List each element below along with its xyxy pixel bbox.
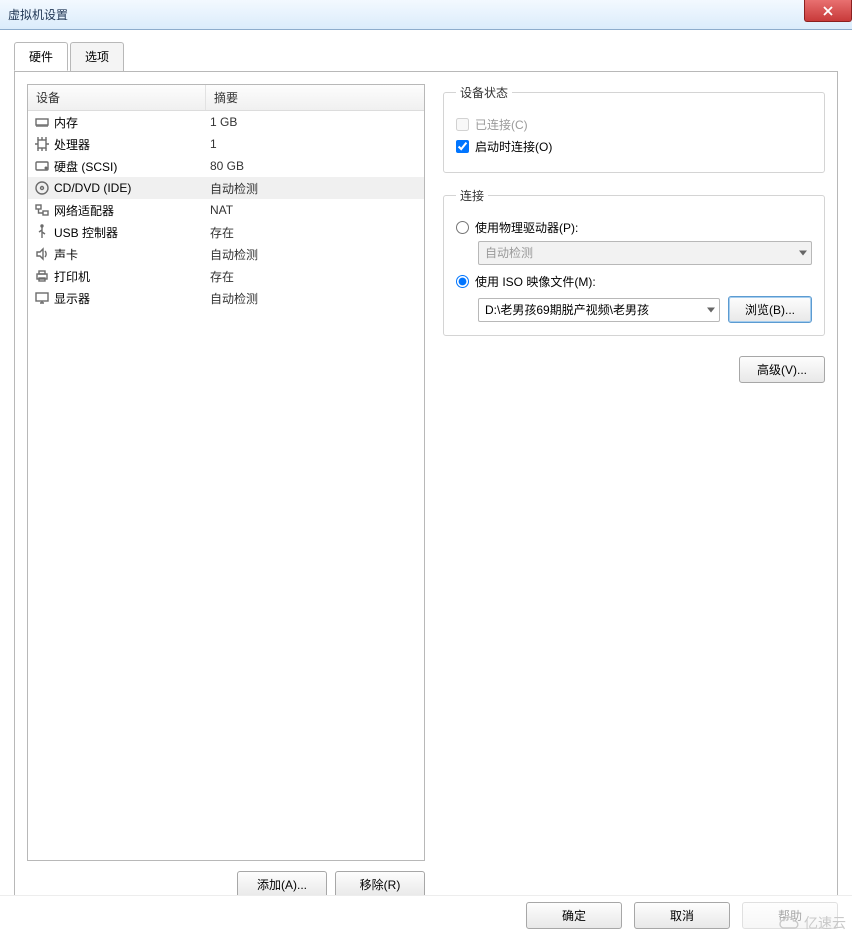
physical-drive-combo: 自动检测	[478, 241, 812, 265]
device-summary: 存在	[210, 224, 420, 241]
device-row-cpu[interactable]: 处理器 1	[28, 133, 424, 155]
device-summary: 1	[210, 137, 420, 151]
device-list: 设备 摘要 内存 1 GB 处理器 1 硬盘 (SCSI) 80 GB	[27, 84, 425, 861]
connection-group: 连接 使用物理驱动器(P): 自动检测 使用 ISO 映像文件(M):	[443, 187, 825, 336]
tab-hardware[interactable]: 硬件	[14, 42, 68, 71]
ok-button[interactable]: 确定	[526, 902, 622, 929]
left-button-row: 添加(A)... 移除(R)	[27, 871, 425, 898]
device-label: 声卡	[54, 246, 210, 263]
close-icon	[822, 6, 834, 16]
device-label: 打印机	[54, 268, 210, 285]
window-title: 虚拟机设置	[8, 6, 68, 23]
device-row-disk[interactable]: 硬盘 (SCSI) 80 GB	[28, 155, 424, 177]
device-row-display[interactable]: 显示器 自动检测	[28, 287, 424, 309]
connection-legend: 连接	[456, 187, 488, 204]
sound-icon	[34, 246, 50, 262]
bottom-button-bar: 确定 取消 帮助	[0, 895, 852, 935]
tab-content: 设备 摘要 内存 1 GB 处理器 1 硬盘 (SCSI) 80 GB	[14, 71, 838, 911]
device-label: 网络适配器	[54, 202, 210, 219]
connect-at-poweron-row: 启动时连接(O)	[456, 138, 812, 155]
device-row-printer[interactable]: 打印机 存在	[28, 265, 424, 287]
device-row-memory[interactable]: 内存 1 GB	[28, 111, 424, 133]
help-button[interactable]: 帮助	[742, 902, 838, 929]
device-summary: 1 GB	[210, 115, 420, 129]
iso-path-value: D:\老男孩69期脱产视频\老男孩	[485, 303, 649, 317]
disk-icon	[34, 158, 50, 174]
advanced-button[interactable]: 高级(V)...	[739, 356, 825, 383]
use-physical-row: 使用物理驱动器(P):	[456, 219, 812, 236]
connected-row: 已连接(C)	[456, 116, 812, 133]
usb-icon	[34, 224, 50, 240]
chevron-down-icon	[707, 307, 715, 312]
memory-icon	[34, 114, 50, 130]
display-icon	[34, 290, 50, 306]
cpu-icon	[34, 136, 50, 152]
add-button[interactable]: 添加(A)...	[237, 871, 327, 898]
tab-strip: 硬件 选项	[14, 42, 838, 72]
device-summary: 自动检测	[210, 246, 420, 263]
connected-checkbox	[456, 118, 469, 131]
physical-drive-value: 自动检测	[485, 246, 533, 260]
close-button[interactable]	[804, 0, 852, 22]
use-physical-radio[interactable]	[456, 221, 469, 234]
network-icon	[34, 202, 50, 218]
device-summary: 80 GB	[210, 159, 420, 173]
chevron-down-icon	[799, 251, 807, 256]
cd-icon	[34, 180, 50, 196]
dialog-body: 硬件 选项 设备 摘要 内存 1 GB 处理器 1	[0, 30, 852, 921]
device-summary: NAT	[210, 203, 420, 217]
device-status-group: 设备状态 已连接(C) 启动时连接(O)	[443, 84, 825, 173]
left-pane: 设备 摘要 内存 1 GB 处理器 1 硬盘 (SCSI) 80 GB	[27, 84, 425, 898]
device-row-cddvd[interactable]: CD/DVD (IDE) 自动检测	[28, 177, 424, 199]
device-status-legend: 设备状态	[456, 84, 512, 101]
printer-icon	[34, 268, 50, 284]
device-label: USB 控制器	[54, 224, 210, 241]
device-summary: 自动检测	[210, 290, 420, 307]
use-iso-label[interactable]: 使用 ISO 映像文件(M):	[475, 273, 596, 290]
tab-options[interactable]: 选项	[70, 42, 124, 71]
iso-path-combo[interactable]: D:\老男孩69期脱产视频\老男孩	[478, 298, 720, 322]
device-label: 显示器	[54, 290, 210, 307]
device-label: 硬盘 (SCSI)	[54, 158, 210, 175]
header-summary[interactable]: 摘要	[206, 85, 424, 110]
device-row-network[interactable]: 网络适配器 NAT	[28, 199, 424, 221]
iso-path-row: D:\老男孩69期脱产视频\老男孩 浏览(B)...	[478, 296, 812, 323]
connected-label: 已连接(C)	[475, 116, 528, 133]
use-iso-radio[interactable]	[456, 275, 469, 288]
use-physical-label[interactable]: 使用物理驱动器(P):	[475, 219, 578, 236]
remove-button[interactable]: 移除(R)	[335, 871, 425, 898]
device-label: 内存	[54, 114, 210, 131]
device-label: CD/DVD (IDE)	[54, 181, 210, 195]
device-summary: 自动检测	[210, 180, 420, 197]
header-device[interactable]: 设备	[28, 85, 206, 110]
device-list-header: 设备 摘要	[28, 85, 424, 111]
titlebar: 虚拟机设置	[0, 0, 852, 30]
device-row-sound[interactable]: 声卡 自动检测	[28, 243, 424, 265]
use-iso-row: 使用 ISO 映像文件(M):	[456, 273, 812, 290]
connect-at-poweron-checkbox[interactable]	[456, 140, 469, 153]
advanced-row: 高级(V)...	[443, 356, 825, 383]
cancel-button[interactable]: 取消	[634, 902, 730, 929]
device-row-usb[interactable]: USB 控制器 存在	[28, 221, 424, 243]
connect-at-poweron-label[interactable]: 启动时连接(O)	[475, 138, 552, 155]
device-label: 处理器	[54, 136, 210, 153]
browse-button[interactable]: 浏览(B)...	[728, 296, 812, 323]
device-summary: 存在	[210, 268, 420, 285]
right-pane: 设备状态 已连接(C) 启动时连接(O) 连接 使用物理驱动器(P):	[425, 84, 825, 898]
